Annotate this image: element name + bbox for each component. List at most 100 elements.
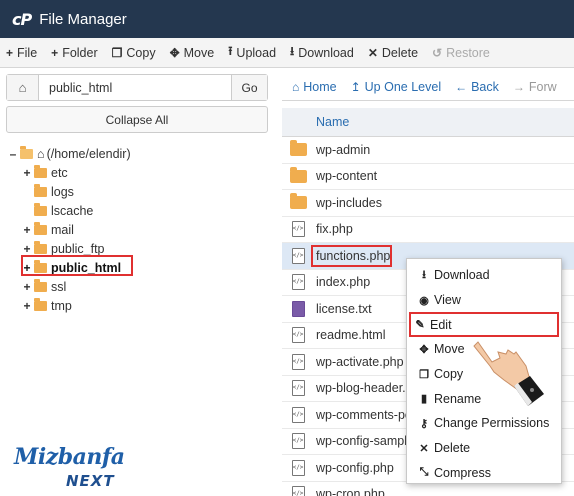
folder-icon: [34, 278, 47, 292]
collapse-toggle[interactable]: –: [8, 147, 18, 161]
menu-item-label: Edit: [430, 317, 452, 332]
new-file-label: File: [17, 45, 38, 60]
tree-item-ssl[interactable]: + ssl: [8, 277, 270, 296]
back-icon: ←: [455, 80, 468, 94]
copy-label: Copy: [126, 45, 156, 60]
home-icon: ⌂: [292, 80, 300, 94]
menu-item-change-permissions[interactable]: ⚷ Change Permissions: [407, 411, 561, 436]
file-row[interactable]: wp-admin: [282, 137, 574, 164]
brand-logo: Mizbanfa NEXT: [10, 444, 140, 494]
home-button[interactable]: ⌂ Home: [292, 80, 337, 94]
expand-toggle[interactable]: +: [22, 242, 32, 256]
file-name: wp-config.php: [316, 460, 394, 475]
menu-item-compress[interactable]: ⤡ Compress: [407, 461, 561, 486]
tree-item-label: etc: [51, 165, 68, 180]
toolbar: + File + Folder ❐ Copy ✥ Move ⭱ Upload ⭳ Downl…: [0, 38, 574, 68]
folder-icon: [289, 140, 307, 157]
expand-toggle[interactable]: +: [22, 223, 32, 237]
folder-icon: [289, 193, 307, 210]
nav-bar: ⌂ Home ↥ Up One Level ← Back → Forw: [282, 74, 574, 101]
upload-icon: ⭱: [228, 44, 233, 58]
file-name: readme.html: [316, 328, 386, 343]
folder-icon: [289, 166, 307, 183]
folder-icon: [34, 202, 47, 216]
move-button[interactable]: ✥ Move: [170, 46, 215, 60]
tree-item-etc[interactable]: + etc: [8, 163, 270, 182]
brand-tagline: NEXT: [66, 472, 115, 490]
tree-item-lscache[interactable]: lscache: [8, 201, 270, 220]
file-name: wp-content: [316, 169, 378, 184]
code-file-icon: </>: [291, 380, 305, 397]
home-label: Home: [303, 80, 337, 94]
file-name: wp-cron.php: [316, 487, 385, 496]
name-column-header[interactable]: Name: [282, 108, 574, 137]
file-row[interactable]: wp-content: [282, 164, 574, 190]
upload-button[interactable]: ⭱ Upload: [228, 42, 276, 63]
go-button[interactable]: Go: [231, 75, 267, 100]
copy-button[interactable]: ❐ Copy: [112, 46, 156, 60]
plus-icon: +: [51, 45, 59, 60]
file-name: wp-blog-header.p: [316, 381, 413, 396]
file-name: wp-config-sample: [316, 434, 414, 449]
code-file-icon: </>: [291, 353, 305, 370]
up-one-level-button[interactable]: ↥ Up One Level: [351, 80, 442, 94]
menu-item-download[interactable]: ⭳ Download: [407, 263, 561, 288]
menu-item-label: Download: [434, 268, 490, 283]
code-file-icon: </>: [291, 221, 305, 238]
tree-root[interactable]: – ⌂ (/home/elendir): [8, 144, 270, 163]
download-icon: ⭳: [290, 44, 295, 58]
forward-label: Forw: [528, 80, 557, 94]
pencil-icon: ✎: [415, 319, 425, 332]
download-label: Download: [298, 45, 354, 60]
upload-label: Upload: [236, 45, 277, 60]
folder-icon: [34, 221, 47, 235]
move-label: Move: [183, 45, 215, 60]
file-row[interactable]: </> fix.php: [282, 217, 574, 243]
file-name: wp-admin: [316, 142, 371, 157]
back-button[interactable]: ← Back: [455, 80, 499, 94]
code-file-icon: </>: [291, 274, 305, 291]
restore-icon: ↺: [432, 45, 443, 60]
pointing-hand-icon: [473, 341, 544, 406]
menu-item-label: Move: [434, 342, 465, 357]
delete-label: Delete: [381, 45, 419, 60]
folder-open-icon: [20, 145, 33, 159]
menu-item-label: Copy: [434, 367, 464, 382]
collapse-all-button[interactable]: Collapse All: [6, 106, 268, 133]
tree-item-tmp[interactable]: + tmp: [8, 296, 270, 315]
download-button[interactable]: ⭳ Download: [290, 42, 354, 63]
forward-button[interactable]: → Forw: [513, 80, 557, 94]
expand-toggle[interactable]: +: [22, 280, 32, 294]
eye-icon: ◉: [419, 294, 429, 307]
home-dir-button[interactable]: ⌂: [7, 75, 39, 100]
directory-tree: – ⌂ (/home/elendir) + etc logs lscache + m…: [8, 144, 270, 315]
code-file-icon: </>: [291, 406, 305, 423]
up-level-icon: ↥: [350, 80, 361, 94]
file-icon: ▮: [420, 393, 428, 406]
menu-item-view[interactable]: ◉ View: [407, 288, 561, 313]
delete-button[interactable]: ✕ Delete: [368, 46, 418, 60]
menu-item-label: Compress: [434, 465, 491, 480]
expand-toggle[interactable]: +: [22, 299, 32, 313]
copy-icon: ❐: [419, 368, 429, 381]
file-name: wp-includes: [316, 195, 383, 210]
cpanel-logo: cP: [12, 9, 32, 29]
back-label: Back: [471, 80, 499, 94]
expand-toggle[interactable]: +: [22, 166, 32, 180]
tree-item-label: ssl: [51, 279, 67, 294]
restore-button[interactable]: ↺ Restore: [432, 46, 490, 60]
path-search-bar: ⌂ Go: [6, 74, 268, 101]
file-name: index.php: [316, 275, 371, 290]
text-file-icon: [291, 300, 305, 317]
plus-icon: +: [6, 45, 14, 60]
folder-icon: [34, 183, 47, 197]
tree-item-mail[interactable]: + mail: [8, 220, 270, 239]
new-file-button[interactable]: + File: [6, 46, 37, 60]
path-input[interactable]: [39, 75, 231, 100]
file-row[interactable]: wp-includes: [282, 190, 574, 217]
menu-item-delete[interactable]: ✕ Delete: [407, 436, 561, 461]
tree-item-logs[interactable]: logs: [8, 182, 270, 201]
tree-item-label: tmp: [51, 298, 72, 313]
new-folder-button[interactable]: + Folder: [51, 46, 97, 60]
menu-item-label: Change Permissions: [434, 416, 550, 431]
